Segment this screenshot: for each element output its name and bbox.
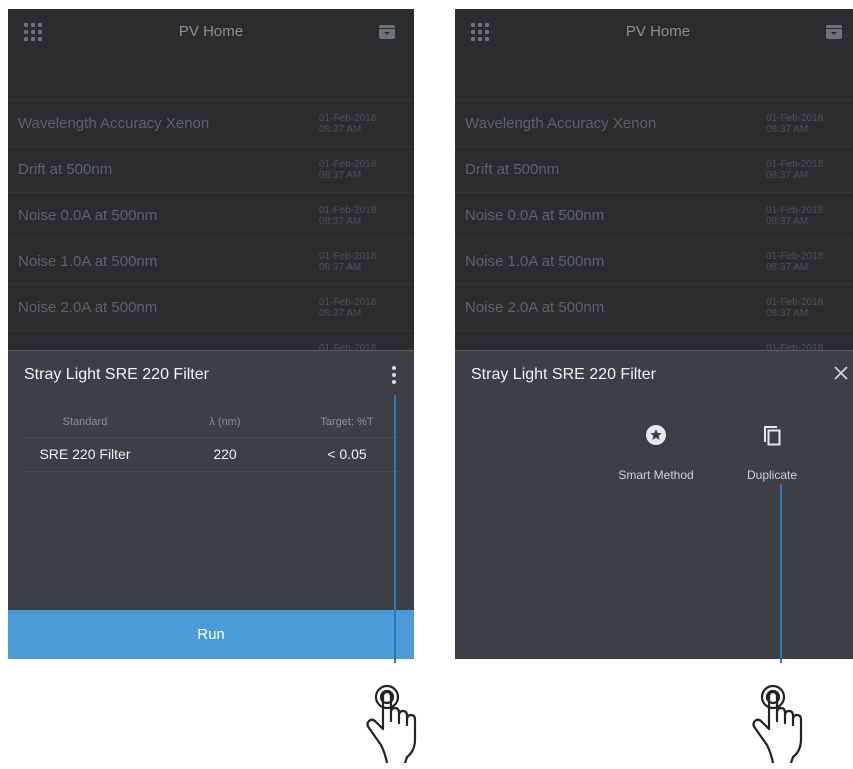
close-icon[interactable] xyxy=(831,363,851,383)
list-item-date: 01-Feb-2018 08:37 AM xyxy=(319,159,377,181)
method-list: Wavelength Accuracy Xenon 01-Feb-2018 08:… xyxy=(8,100,414,354)
table-cell: SRE 220 Filter xyxy=(39,446,131,462)
list-item[interactable]: Noise 1.0A at 500nm 01-Feb-2018 08:37 AM xyxy=(8,238,414,284)
run-button-label: Run xyxy=(197,626,225,643)
list-item[interactable]: Noise 0.0A at 500nm 01-Feb-2018 08:37 AM xyxy=(8,192,414,238)
list-item-date: 01-Feb-2018 08:37 AM xyxy=(319,251,377,273)
list-item[interactable]: 01-Feb-2018 xyxy=(8,330,414,354)
top-bar: PV Home xyxy=(8,9,414,55)
list-item-name: Noise 0.0A at 500nm xyxy=(18,207,158,224)
list-item-name: Drift at 500nm xyxy=(465,161,560,178)
list-item-date: 01-Feb-2018 08:37 AM xyxy=(766,113,824,135)
more-vertical-icon[interactable] xyxy=(390,365,398,385)
list-item-name: Drift at 500nm xyxy=(18,161,113,178)
list-item-date: 01-Feb-2018 08:37 AM xyxy=(766,297,824,319)
list-item-name: Wavelength Accuracy Xenon xyxy=(18,115,210,132)
list-item-date: 01-Feb-2018 08:37 AM xyxy=(319,297,377,319)
tap-hand-icon xyxy=(366,684,417,763)
bottom-sheet: Stray Light SRE 220 Filter Smart Method … xyxy=(455,350,853,659)
list-item-name: Wavelength Accuracy Xenon xyxy=(465,115,657,132)
run-button[interactable]: Run xyxy=(8,610,414,659)
duplicate-icon xyxy=(764,426,781,446)
list-item[interactable]: Drift at 500nm 01-Feb-2018 08:37 AM xyxy=(8,146,414,192)
list-item[interactable]: Noise 2.0A at 500nm 01-Feb-2018 08:37 AM xyxy=(455,284,853,330)
column-header: λ (nm) xyxy=(209,416,241,428)
page-title: PV Home xyxy=(178,23,244,40)
list-item-date: 01-Feb-2018 08:37 AM xyxy=(766,159,824,181)
pointer-line xyxy=(780,484,782,663)
list-item-name: Noise 1.0A at 500nm xyxy=(465,253,605,270)
star-badge-icon xyxy=(646,425,666,445)
list-item[interactable]: Noise 2.0A at 500nm 01-Feb-2018 08:37 AM xyxy=(8,284,414,330)
sheet-title: Stray Light SRE 220 Filter xyxy=(24,366,209,383)
list-item[interactable]: Wavelength Accuracy Xenon 01-Feb-2018 08:… xyxy=(455,100,853,146)
list-item[interactable]: 01-Feb-2018 xyxy=(455,330,853,354)
action-label: Smart Method xyxy=(618,468,694,482)
right-screen: PV Home Wavelength Accuracy Xenon 01-Feb… xyxy=(455,9,853,659)
list-item[interactable]: Drift at 500nm 01-Feb-2018 08:37 AM xyxy=(455,146,853,192)
duplicate-action[interactable]: Duplicate xyxy=(717,421,827,482)
top-bar: PV Home xyxy=(455,9,853,55)
column-header: Target: %T xyxy=(320,416,374,428)
page-title: PV Home xyxy=(625,23,691,40)
archive-icon[interactable] xyxy=(378,23,396,41)
table-cell: 220 xyxy=(213,446,237,462)
list-item-date: 01-Feb-2018 08:37 AM xyxy=(319,113,377,135)
pointer-line xyxy=(394,395,396,663)
table-header: Standard λ (nm) Target: %T xyxy=(24,404,398,438)
list-item-name: Noise 0.0A at 500nm xyxy=(465,207,605,224)
list-item[interactable]: Wavelength Accuracy Xenon 01-Feb-2018 08:… xyxy=(8,100,414,146)
column-header: Standard xyxy=(62,416,108,428)
list-item-name: Noise 1.0A at 500nm xyxy=(18,253,158,270)
list-item-name: Noise 2.0A at 500nm xyxy=(465,299,605,316)
archive-icon[interactable] xyxy=(825,23,843,41)
list-item-date: 01-Feb-2018 08:37 AM xyxy=(319,205,377,227)
table-cell: < 0.05 xyxy=(327,446,367,462)
smart-method-action[interactable]: Smart Method xyxy=(601,421,711,482)
method-table: Standard λ (nm) Target: %T SRE 220 Filte… xyxy=(24,404,398,472)
list-item-name: Noise 2.0A at 500nm xyxy=(18,299,158,316)
method-list: Wavelength Accuracy Xenon 01-Feb-2018 08:… xyxy=(455,100,853,354)
left-screen: PV Home Wavelength Accuracy Xenon 01-Feb… xyxy=(8,9,414,659)
tap-hand-icon xyxy=(752,684,803,763)
action-label: Duplicate xyxy=(746,468,798,482)
sheet-title: Stray Light SRE 220 Filter xyxy=(471,366,656,383)
list-item-date: 01-Feb-2018 08:37 AM xyxy=(766,251,824,273)
table-row: SRE 220 Filter 220 < 0.05 xyxy=(24,438,398,472)
list-item[interactable]: Noise 1.0A at 500nm 01-Feb-2018 08:37 AM xyxy=(455,238,853,284)
bottom-sheet: Stray Light SRE 220 Filter Standard λ (n… xyxy=(8,350,414,659)
list-item[interactable]: Noise 0.0A at 500nm 01-Feb-2018 08:37 AM xyxy=(455,192,853,238)
list-item-date: 01-Feb-2018 08:37 AM xyxy=(766,205,824,227)
